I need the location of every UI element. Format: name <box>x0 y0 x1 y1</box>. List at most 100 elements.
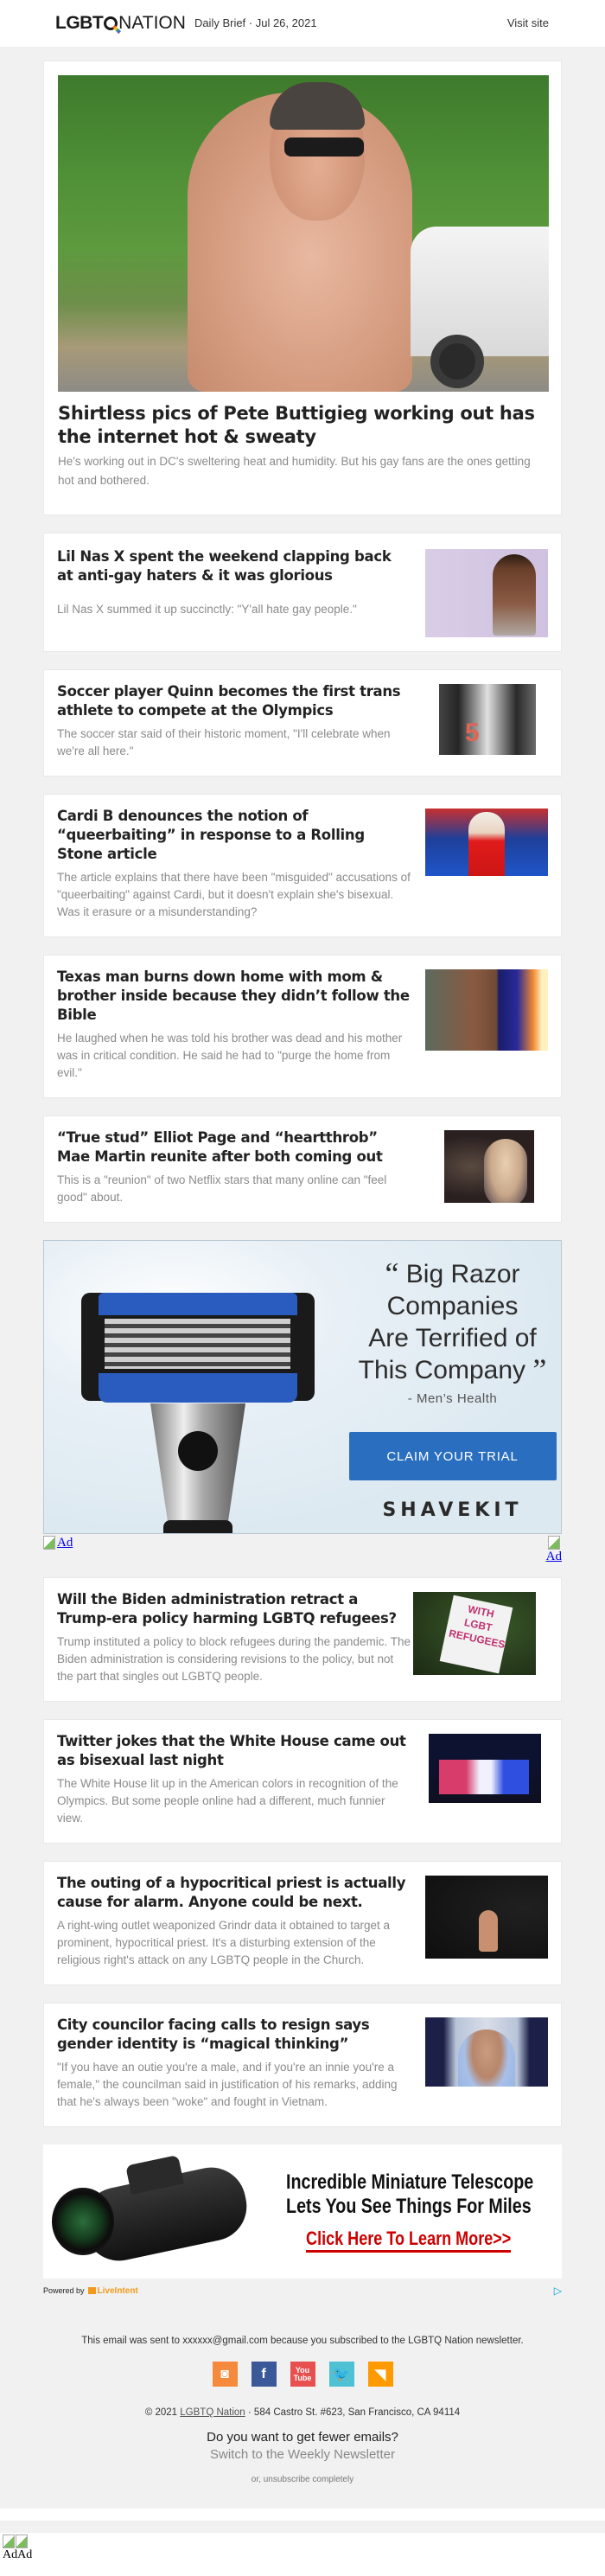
hero-story-card[interactable]: Shirtless pics of Pete Buttigieg working… <box>43 61 562 515</box>
instagram-icon[interactable]: ◙ <box>212 2362 238 2387</box>
story-thumbnail[interactable] <box>425 549 548 637</box>
quote-close-icon: ” <box>532 1352 547 1387</box>
broken-image-icon <box>548 1536 560 1550</box>
twitter-icon[interactable]: 🐦 <box>328 2362 354 2387</box>
broken-image-icon <box>16 2534 28 2548</box>
story-card[interactable]: Soccer player Quinn becomes the first tr… <box>43 669 562 777</box>
visit-site-link[interactable]: Visit site <box>507 16 549 29</box>
liveintent-brand: LiveIntent <box>97 2285 138 2296</box>
telescope-headline-line: Incredible Miniature Telescope <box>286 2170 534 2194</box>
razor-illustration <box>68 1274 328 1533</box>
rainbow-q-icon <box>104 16 118 30</box>
powered-by-label[interactable]: Powered by LiveIntent <box>43 2286 138 2296</box>
broken-image-icon <box>43 1536 55 1550</box>
unsubscribe-link[interactable]: or, unsubscribe completely <box>0 2475 605 2484</box>
story-thumbnail[interactable] <box>444 1130 534 1203</box>
story-description: He laughed when he was told his brother … <box>57 1032 403 1079</box>
telescope-illustration <box>48 2154 253 2267</box>
ad-link-label: Ad <box>545 1550 562 1563</box>
story-thumbnail[interactable] <box>413 1592 536 1675</box>
hero-image-truck <box>411 227 549 356</box>
copyright-year: © 2021 <box>144 2407 178 2418</box>
ad-link-left[interactable]: Ad <box>43 1536 73 1567</box>
logo-light-text: NATION <box>118 13 186 33</box>
story-thumbnail[interactable] <box>439 684 536 755</box>
hero-image-hair <box>270 82 365 130</box>
claim-your-trial-button[interactable]: CLAIM YOUR TRIAL <box>348 1432 557 1480</box>
story-thumbnail[interactable] <box>429 1734 541 1803</box>
story-thumbnail[interactable] <box>425 1876 548 1959</box>
story-card[interactable]: The outing of a hypocritical priest is a… <box>43 1861 562 1985</box>
story-card[interactable]: Lil Nas X spent the weekend clapping bac… <box>43 533 562 652</box>
story-card[interactable]: Cardi B denounces the notion of “queerba… <box>43 794 562 937</box>
story-title[interactable]: Lil Nas X spent the weekend clapping bac… <box>57 547 411 585</box>
switch-weekly-link[interactable]: Switch to the Weekly Newsletter <box>210 2447 395 2462</box>
hero-image-wheel <box>430 335 484 388</box>
telescope-ad-copy: Incredible Miniature Telescope Lets You … <box>259 2170 557 2253</box>
telescope-ad-banner[interactable]: Incredible Miniature Telescope Lets You … <box>43 2145 562 2279</box>
story-description: The White House lit up in the American c… <box>57 1777 398 1825</box>
ad-quote-line: Companies <box>386 1292 519 1320</box>
shavekit-ad-banner[interactable]: “ Big Razor Companies Are Terrified of T… <box>43 1240 562 1534</box>
bottom-spacer <box>0 2509 605 2521</box>
tracking-ad-label: AdAd <box>3 2548 33 2561</box>
learn-more-link[interactable]: Click Here To Learn More>> <box>305 2228 512 2253</box>
liveintent-logo-icon <box>87 2286 96 2294</box>
copyright-line: © 2021 LGBTQ Nation · 584 Castro St. #62… <box>0 2407 605 2418</box>
story-card[interactable]: “True stud” Elliot Page and “heartthrob”… <box>43 1115 562 1223</box>
ad-quote-line: This Company <box>358 1356 526 1384</box>
story-title[interactable]: The outing of a hypocritical priest is a… <box>57 1874 411 1912</box>
newsletter-body: Shirtless pics of Pete Buttigieg working… <box>0 47 605 2317</box>
story-thumbnail[interactable] <box>425 809 548 876</box>
story-title[interactable]: “True stud” Elliot Page and “heartthrob”… <box>57 1128 411 1167</box>
facebook-icon[interactable]: f <box>251 2362 277 2387</box>
lgbtq-nation-logo[interactable]: LGBT NATION <box>55 13 186 34</box>
broken-image-icon <box>3 2534 15 2548</box>
youtube-icon[interactable]: You Tube <box>290 2362 315 2387</box>
bottom-divider <box>0 2521 605 2533</box>
story-description: The article explains that there have bee… <box>57 871 411 918</box>
story-description: "If you have an outie you're a male, and… <box>57 2061 398 2108</box>
social-links: ◙ f You Tube 🐦 ◥ <box>0 2362 605 2387</box>
ad-copy: “ Big Razor Companies Are Terrified of T… <box>342 1258 561 1521</box>
story-title[interactable]: Twitter jokes that the White House came … <box>57 1732 411 1770</box>
hero-image[interactable] <box>58 75 549 392</box>
story-card[interactable]: Twitter jokes that the White House came … <box>43 1719 562 1844</box>
story-description: A right-wing outlet weaponized Grindr da… <box>57 1919 390 1966</box>
ad-quote-line: Big Razor <box>405 1260 520 1288</box>
story-title[interactable]: Texas man burns down home with mom & bro… <box>57 968 411 1025</box>
story-thumbnail[interactable] <box>425 2017 548 2087</box>
powered-by-bar: Powered by LiveIntent ▷ <box>43 2282 562 2299</box>
telescope-headline-line: Lets You See Things For Miles <box>286 2195 532 2218</box>
daily-brief-date: Daily Brief · Jul 26, 2021 <box>194 16 317 29</box>
ad-image-links: Ad Ad <box>43 1536 562 1567</box>
story-thumbnail[interactable] <box>425 969 548 1051</box>
hero-story-title[interactable]: Shirtless pics of Pete Buttigieg working… <box>58 402 547 449</box>
lgbtq-nation-link[interactable]: LGBTQ Nation <box>180 2407 245 2418</box>
logo-bold-text: LGBT <box>55 13 104 33</box>
ad-quote: “ Big Razor Companies Are Terrified of T… <box>342 1258 561 1387</box>
hero-image-sunglasses <box>284 137 364 157</box>
story-card[interactable]: Texas man burns down home with mom & bro… <box>43 955 562 1098</box>
story-title[interactable]: City councilor facing calls to resign sa… <box>57 2016 411 2054</box>
story-description: The soccer star said of their historic m… <box>57 727 391 757</box>
adchoices-icon[interactable]: ▷ <box>554 2285 562 2297</box>
story-title[interactable]: Soccer player Quinn becomes the first tr… <box>57 682 411 720</box>
fewer-emails-prompt: Do you want to get fewer emails? <box>207 2430 398 2445</box>
email-header: LGBT NATION Daily Brief · Jul 26, 2021 Vi… <box>0 0 605 47</box>
rss-icon[interactable]: ◥ <box>367 2362 393 2387</box>
story-card[interactable]: Will the Biden administration retract a … <box>43 1577 562 1702</box>
sent-to-notice: This email was sent to xxxxxx@gmail.com … <box>81 2336 524 2346</box>
ad-link-right[interactable]: Ad <box>546 1536 562 1567</box>
story-title[interactable]: Cardi B denounces the notion of “queerba… <box>57 807 411 864</box>
email-footer: This email was sent to xxxxxx@gmail.com … <box>0 2299 605 2509</box>
story-description: This is a "reunion" of two Netflix stars… <box>57 1173 387 1204</box>
hero-story-description: He's working out in DC's sweltering heat… <box>58 455 531 487</box>
story-title[interactable]: Will the Biden administration retract a … <box>57 1590 411 1628</box>
story-description: Lil Nas X summed it up succinctly: "Y'al… <box>57 603 357 616</box>
mailing-address: · 584 Castro St. #623, San Francisco, CA… <box>247 2407 461 2418</box>
story-card[interactable]: City councilor facing calls to resign sa… <box>43 2003 562 2127</box>
ad-link-label: Ad <box>57 1536 73 1550</box>
tracking-ad-images: AdAd <box>0 2533 605 2576</box>
shavekit-logo: SHAVEKIT <box>382 1499 523 1521</box>
